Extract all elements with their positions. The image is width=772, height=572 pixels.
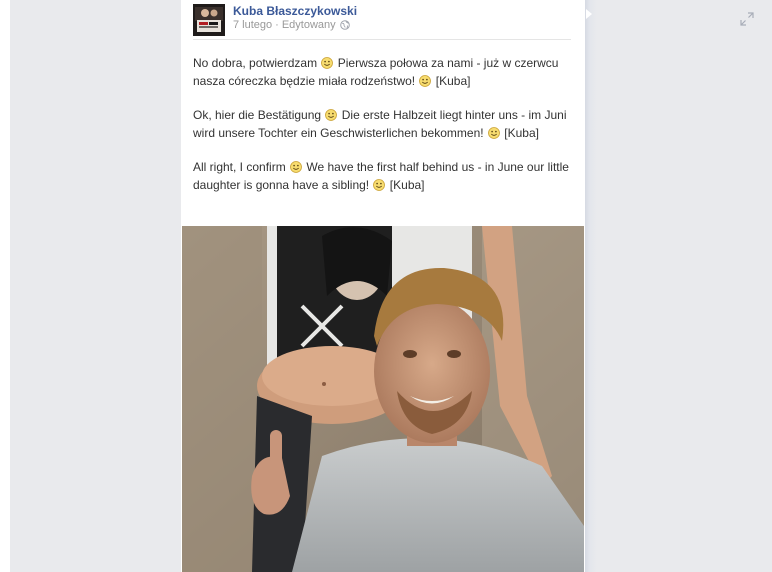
photo-image (182, 226, 584, 572)
meta-separator: · (275, 19, 279, 31)
text-segment: Ok, hier die Bestätigung (193, 108, 325, 122)
text-segment: No dobra, potwierdzam (193, 56, 321, 70)
text-segment: [Kuba] (500, 125, 539, 140)
text-segment: All right, I confirm (193, 160, 290, 174)
post-date-link[interactable]: 7 lutego (233, 19, 272, 31)
avatar-image (193, 4, 225, 36)
globe-icon[interactable] (339, 20, 350, 30)
card-shadow (585, 0, 597, 572)
smiley-icon (488, 126, 500, 139)
author-name-link[interactable]: Kuba Błaszczykowski (233, 4, 357, 18)
header-divider (193, 39, 571, 40)
post-paragraph-polish: No dobra, potwierdzam Pierwsza połowa za… (193, 55, 573, 90)
smiley-icon (321, 57, 334, 69)
text-segment: [Kuba] (432, 73, 471, 88)
post-photo[interactable] (182, 226, 584, 572)
post-meta: 7 lutego · Edytowany (233, 19, 350, 31)
edited-label[interactable]: Edytowany (282, 19, 336, 31)
avatar[interactable] (193, 4, 225, 36)
smiley-icon (373, 178, 386, 191)
caret-icon (586, 9, 592, 19)
smiley-icon (419, 74, 432, 87)
expand-arrows-icon[interactable] (740, 12, 754, 26)
text-segment: [Kuba] (386, 177, 425, 192)
post-paragraph-german: Ok, hier die Bestätigung Die erste Halbz… (193, 107, 573, 142)
post-paragraph-english: All right, I confirm We have the first h… (193, 159, 573, 194)
left-gutter (0, 0, 10, 572)
smiley-icon (325, 109, 338, 121)
post-message: No dobra, potwierdzam Pierwsza połowa za… (193, 55, 573, 211)
smiley-icon (290, 161, 302, 173)
photo-viewer-page: Kuba Błaszczykowski 7 lutego · Edytowany… (0, 0, 772, 572)
